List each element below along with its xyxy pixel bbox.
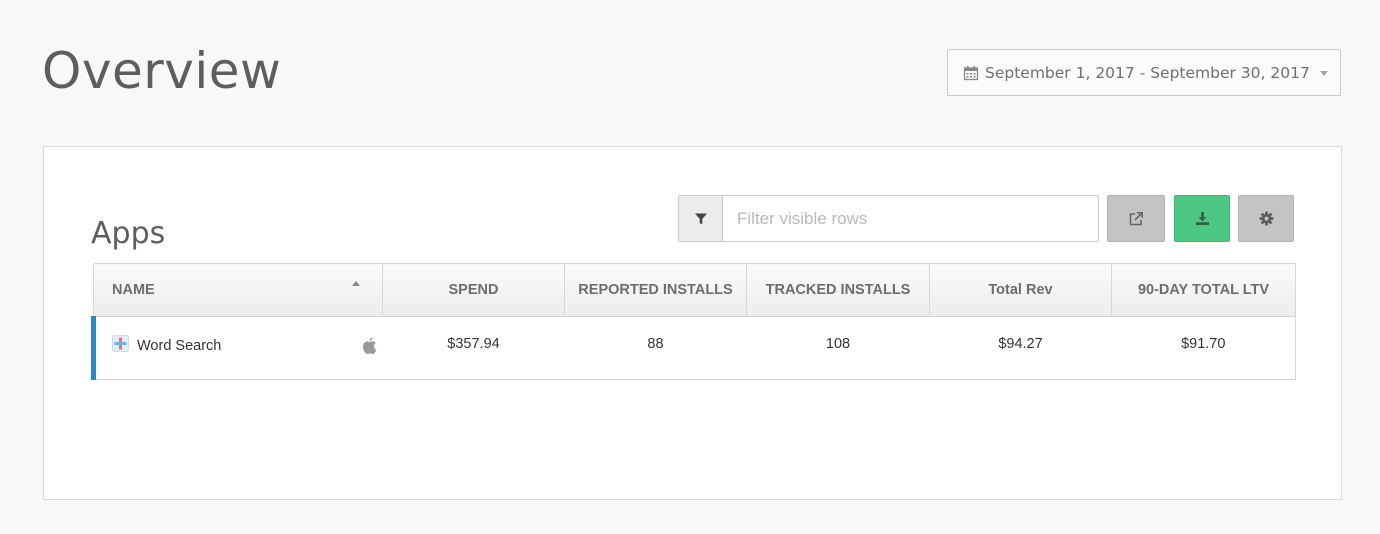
app-name-cell[interactable]: Word Search — [91, 316, 383, 380]
filter-group — [678, 195, 1099, 242]
app-icon — [112, 334, 129, 352]
gear-icon — [1258, 211, 1274, 226]
tracked-installs-cell: 108 — [746, 316, 930, 380]
filter-button[interactable] — [679, 196, 723, 241]
column-header-total-rev[interactable]: Total Rev — [929, 263, 1112, 317]
table-row[interactable]: Word Search $357.94 88 108 $94.27 $91.70 — [91, 316, 1296, 380]
filter-input[interactable] — [723, 196, 1098, 241]
calendar-icon — [963, 65, 979, 81]
total-rev-value: $94.27 — [998, 336, 1043, 352]
apps-panel: Apps Filter visible rows NAME SPEND REPO… — [43, 146, 1342, 500]
caret-down-icon — [1319, 71, 1328, 76]
column-header-name[interactable]: NAME — [93, 263, 383, 317]
column-header-spend[interactable]: SPEND — [382, 263, 565, 317]
date-range-label: September 1, 2017 - September 30, 2017 — [985, 63, 1310, 82]
spend-cell: $357.94 — [382, 316, 565, 380]
table-header-row: NAME SPEND REPORTED INSTALLS TRACKED INS… — [93, 263, 1296, 317]
apple-icon — [362, 337, 377, 355]
sort-ascending-icon — [352, 281, 360, 286]
column-header-reported-installs[interactable]: REPORTED INSTALLS — [564, 263, 747, 317]
ltv-value: $91.70 — [1181, 336, 1226, 352]
tracked-installs-value: 108 — [825, 336, 851, 352]
total-rev-cell: $94.27 — [929, 316, 1112, 380]
external-link-icon — [1128, 211, 1144, 227]
column-header-90-day-ltv[interactable]: 90-DAY TOTAL LTV — [1111, 263, 1296, 317]
column-header-tracked-installs[interactable]: TRACKED INSTALLS — [746, 263, 930, 317]
date-range-picker[interactable]: September 1, 2017 - September 30, 2017 — [947, 49, 1341, 96]
section-title: Apps — [91, 216, 166, 251]
download-button[interactable] — [1174, 195, 1230, 242]
export-button[interactable] — [1107, 195, 1165, 242]
download-icon — [1195, 211, 1210, 226]
page-title: Overview — [42, 42, 282, 100]
ltv-cell: $91.70 — [1111, 316, 1296, 380]
apps-table: NAME SPEND REPORTED INSTALLS TRACKED INS… — [91, 263, 1296, 380]
reported-installs-cell: 88 — [564, 316, 747, 380]
reported-installs-value: 88 — [647, 336, 664, 352]
app-name: Word Search — [137, 338, 222, 354]
spend-value: $357.94 — [447, 336, 500, 352]
column-header-label: NAME — [112, 282, 155, 298]
settings-button[interactable] — [1238, 195, 1294, 242]
filter-icon — [694, 212, 708, 226]
